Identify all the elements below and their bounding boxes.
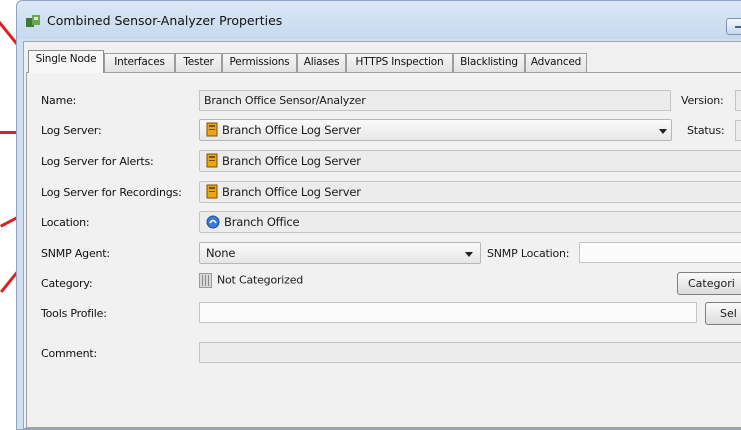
log-server-value: Branch Office Log Server [222, 123, 361, 137]
category-value: Not Categorized [217, 273, 304, 287]
snmp-agent-label: SNMP Agent: [41, 247, 110, 260]
status-label: Status: [687, 124, 725, 137]
minimize-button[interactable] [726, 18, 741, 35]
tab-single-node[interactable]: Single Node [28, 50, 104, 73]
tab-blacklisting[interactable]: Blacklisting [453, 53, 525, 72]
log-server-icon [206, 122, 218, 137]
name-label: Name: [41, 94, 77, 107]
tab-advanced[interactable]: Advanced [525, 53, 587, 72]
minimize-icon [735, 26, 741, 28]
location-value: Branch Office [224, 215, 300, 229]
name-field[interactable]: Branch Office Sensor/Analyzer [199, 90, 671, 111]
tab-tester[interactable]: Tester [175, 53, 222, 72]
single-node-panel: Name: Branch Office Sensor/Analyzer Vers… [26, 72, 741, 428]
log-server-alerts-value: Branch Office Log Server [222, 154, 361, 168]
log-server-recordings-label: Log Server for Recordings: [41, 186, 182, 199]
log-server-recordings-select[interactable]: Branch Office Log Server [199, 181, 741, 203]
status-field[interactable]: In [735, 120, 741, 141]
category-value-area: Not Categorized [199, 273, 303, 288]
log-server-select[interactable]: Branch Office Log Server [199, 119, 672, 141]
tab-aliases[interactable]: Aliases [297, 53, 346, 72]
log-server-alerts-select[interactable]: Branch Office Log Server [199, 150, 741, 172]
snmp-location-label: SNMP Location: [487, 247, 570, 260]
log-server-icon [206, 184, 218, 199]
log-server-alerts-label: Log Server for Alerts: [41, 155, 154, 168]
version-label: Version: [681, 94, 724, 107]
log-server-label: Log Server: [41, 124, 102, 137]
location-label: Location: [41, 216, 90, 229]
snmp-agent-select[interactable]: None [199, 242, 481, 264]
tab-https-inspection[interactable]: HTTPS Inspection [346, 53, 453, 72]
tools-profile-field[interactable] [199, 302, 697, 323]
properties-window: Combined Sensor-Analyzer Properties Sing… [16, 0, 741, 430]
chevron-down-icon [465, 252, 473, 257]
log-server-recordings-value: Branch Office Log Server [222, 185, 361, 199]
version-field[interactable]: Li [735, 90, 741, 111]
comment-label: Comment: [41, 347, 97, 360]
comment-field[interactable] [199, 342, 741, 363]
tab-interfaces[interactable]: Interfaces [104, 53, 175, 72]
chevron-down-icon [659, 129, 667, 134]
category-icon [199, 273, 212, 288]
title-bar[interactable]: Combined Sensor-Analyzer Properties [17, 1, 741, 39]
dialog-client-area: Single Node Interfaces Tester Permission… [23, 41, 741, 429]
location-globe-icon [206, 215, 220, 228]
tab-permissions[interactable]: Permissions [222, 53, 297, 72]
category-label: Category: [41, 277, 93, 290]
categories-button[interactable]: Categori [677, 272, 741, 295]
location-select[interactable]: Branch Office [199, 211, 741, 233]
sensor-analyzer-icon [26, 15, 40, 27]
select-tools-profile-button[interactable]: Sel [705, 302, 741, 325]
snmp-location-field[interactable] [579, 242, 741, 263]
snmp-agent-value: None [206, 246, 236, 260]
window-title: Combined Sensor-Analyzer Properties [47, 13, 283, 28]
tools-profile-label: Tools Profile: [41, 307, 107, 320]
log-server-icon [206, 153, 218, 168]
